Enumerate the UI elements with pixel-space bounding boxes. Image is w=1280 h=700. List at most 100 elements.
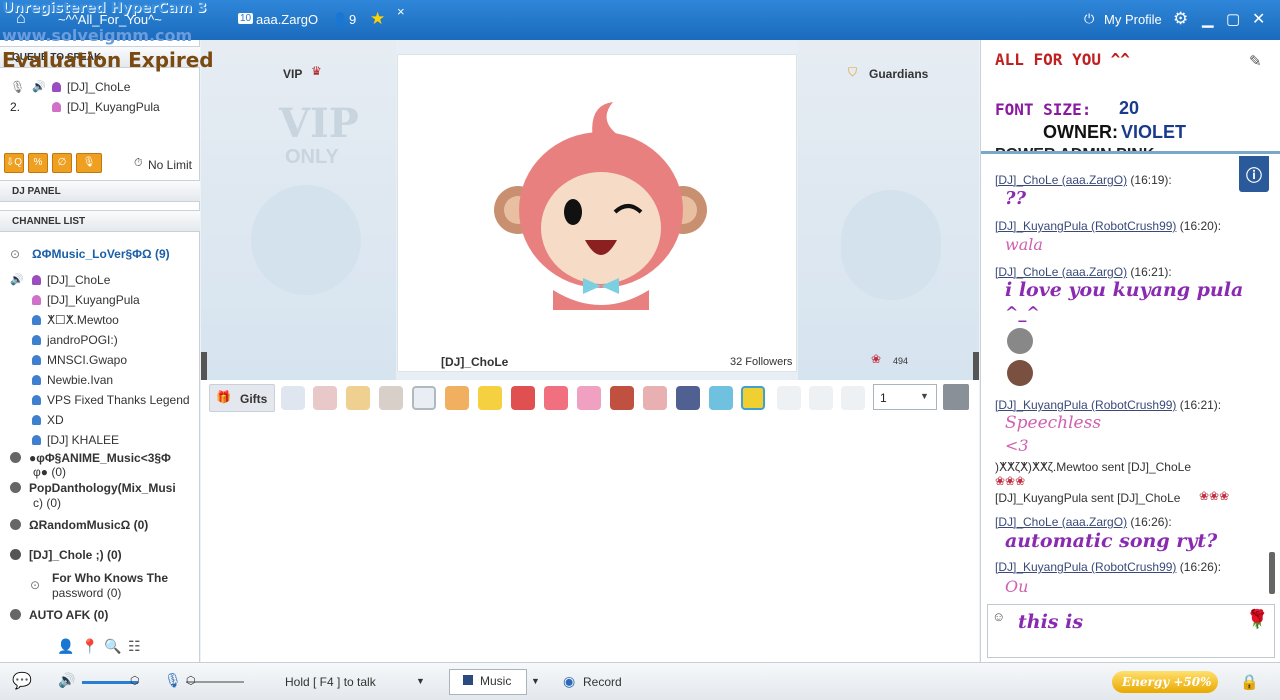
location-icon[interactable]: 📍: [81, 638, 98, 655]
chat-nick[interactable]: [DJ]_KuyangPula (RobotCrush99): [995, 560, 1176, 574]
skull-emoji-icon: [1007, 328, 1033, 354]
vip-only-text: ONLY: [285, 146, 339, 168]
gift-bar: 🎁 Gifts 1 ▼: [209, 382, 971, 414]
dj-queue-button[interactable]: ⇩Q: [4, 153, 24, 173]
channel-item[interactable]: AUTO AFK (0): [10, 608, 108, 622]
chat-bubble-icon[interactable]: 💬: [12, 671, 32, 691]
gift-diamond[interactable]: [281, 386, 305, 410]
dj-shuffle-button[interactable]: %: [28, 153, 48, 173]
rose-icon: ❀❀❀: [995, 474, 1026, 488]
gift-duck[interactable]: [478, 386, 502, 410]
send-gift-button[interactable]: [943, 384, 969, 410]
search-icon[interactable]: 🔍: [104, 638, 121, 655]
user-item[interactable]: VPS Fixed Thanks Legend: [32, 393, 190, 407]
dj-disable-button[interactable]: ∅: [52, 153, 72, 173]
gift-item[interactable]: [379, 386, 403, 410]
info-icon[interactable]: ⓘ: [1239, 156, 1269, 192]
list-icon[interactable]: ☷: [128, 638, 141, 655]
my-profile-link[interactable]: My Profile: [1104, 12, 1162, 27]
shield-icon: ⛉: [848, 65, 858, 79]
chat-message-header: [DJ]_KuyangPula (RobotCrush99) (16:21):: [995, 398, 1222, 412]
chat-input-box[interactable]: ☺ this is 🌹: [987, 604, 1275, 658]
collapse-right-handle[interactable]: [973, 352, 979, 380]
energy-badge[interactable]: Energy +50%: [1112, 671, 1218, 693]
chat-message-header: [DJ]_KuyangPula (RobotCrush99) (16:26):: [995, 560, 1222, 574]
user-item[interactable]: MNSCI.Gwapo: [32, 353, 127, 367]
profile-icon[interactable]: ⏻: [1084, 11, 1094, 27]
gift-crown[interactable]: [346, 386, 370, 410]
chevron-down-icon[interactable]: ▼: [531, 676, 540, 686]
queue-item[interactable]: [DJ]_ChoLe: [52, 80, 130, 94]
favorite-star-icon[interactable]: ★: [370, 9, 385, 29]
gift-lips[interactable]: [544, 386, 568, 410]
channel-item[interactable]: [DJ]_Chole ;) (0): [10, 548, 122, 562]
user-item[interactable]: [DJ]_KuyangPula: [32, 293, 140, 307]
close-window-icon[interactable]: ✕: [1252, 9, 1265, 29]
maximize-icon[interactable]: ▢: [1226, 10, 1240, 28]
chevron-down-icon[interactable]: ▼: [416, 676, 425, 686]
gift-item[interactable]: [709, 386, 733, 410]
gift-santa[interactable]: [511, 386, 535, 410]
gift-quantity-select[interactable]: 1 ▼: [873, 384, 937, 410]
guardian-mascot-silhouette: [841, 190, 941, 300]
channel-item[interactable]: ●φΦ§ANIME_Music<3§Φ: [10, 451, 171, 465]
queue-num: 2.: [10, 100, 21, 114]
gifts-button[interactable]: 🎁 Gifts: [209, 384, 275, 412]
dj-avatar-card[interactable]: [DJ]_ChoLe 32 Followers: [397, 54, 797, 372]
gift-item[interactable]: [610, 386, 634, 410]
gift-item[interactable]: [643, 386, 667, 410]
volume-slider-handle[interactable]: ⬡: [130, 674, 140, 687]
volume-icon[interactable]: 🔊: [58, 672, 75, 689]
gift-item[interactable]: [445, 386, 469, 410]
chat-input[interactable]: this is: [1018, 611, 1083, 633]
chat-nick[interactable]: [DJ]_ChoLe (aaa.ZargO): [995, 173, 1127, 187]
add-user-icon[interactable]: 👤: [57, 638, 74, 655]
rose-gift-icon[interactable]: 🌹: [1246, 609, 1268, 630]
lock-icon[interactable]: 🔒: [1240, 673, 1259, 691]
collapse-left-handle[interactable]: [201, 352, 207, 380]
room-info-font-value: 20: [1119, 98, 1140, 118]
chat-nick[interactable]: [DJ]_KuyangPula (RobotCrush99): [995, 398, 1176, 412]
channel-expand-icon[interactable]: ⊙: [10, 247, 20, 261]
user-item[interactable]: jandroPOGI:): [32, 333, 118, 347]
tab-close-icon[interactable]: ×: [397, 4, 405, 19]
user-item[interactable]: [DJ]_ChoLe: [32, 273, 110, 287]
gift-selected[interactable]: [741, 386, 765, 410]
dj-panel-header[interactable]: DJ PANEL: [0, 180, 200, 202]
chat-nick[interactable]: [DJ]_ChoLe (aaa.ZargO): [995, 265, 1127, 279]
edit-icon[interactable]: ✎: [1249, 52, 1262, 70]
chat-scrollbar[interactable]: [1269, 552, 1275, 594]
user-item[interactable]: Newbie.Ivan: [32, 373, 113, 387]
channel-icon: [10, 519, 21, 530]
dj-mic-button[interactable]: 🎙: [76, 153, 102, 173]
mic-icon[interactable]: 🎙: [164, 672, 182, 689]
queue-item[interactable]: [DJ]_KuyangPula: [52, 100, 160, 114]
user-item[interactable]: [DJ] KHALEE: [32, 433, 119, 447]
timer-icon: ⏱: [134, 157, 143, 169]
channel-item[interactable]: ΩRandomMusicΩ (0): [10, 518, 148, 532]
minimize-icon[interactable]: ▁: [1202, 10, 1214, 28]
user-item[interactable]: XD: [32, 413, 64, 427]
vip-mascot-silhouette: [251, 185, 361, 295]
mic-slider-handle[interactable]: ⬡: [186, 674, 196, 687]
user-item[interactable]: ⵅ☐ⵅ.Mewtoo: [32, 313, 119, 327]
chat-message-text: wala: [1005, 235, 1043, 254]
level-icon: 10: [238, 13, 254, 24]
record-icon[interactable]: ◉: [563, 673, 575, 690]
music-button[interactable]: Music: [449, 669, 527, 695]
gift-hearts[interactable]: [577, 386, 601, 410]
chat-nick[interactable]: [DJ]_ChoLe (aaa.ZargO): [995, 515, 1127, 529]
gift-item[interactable]: [313, 386, 337, 410]
chat-nick[interactable]: [DJ]_KuyangPula (RobotCrush99): [995, 219, 1176, 233]
emoji-picker-icon[interactable]: ☺: [992, 609, 1005, 624]
record-button[interactable]: Record: [583, 675, 622, 689]
channel-item[interactable]: PopDanthology(Mix_Musi: [10, 481, 176, 495]
chat-message-text: Ou: [1005, 577, 1029, 596]
gear-icon[interactable]: ⚙: [1173, 9, 1188, 29]
gift-ring[interactable]: [412, 386, 436, 410]
gift-item[interactable]: [676, 386, 700, 410]
push-to-talk-label[interactable]: Hold [ F4 ] to talk: [285, 675, 376, 689]
current-channel[interactable]: ΩΦMusic_LoVer§ΦΩ (9): [32, 247, 170, 261]
center-stage-area: VIP ♛ VIP ONLY ⛉ Guardians [DJ]_ChoLe 32…: [201, 40, 979, 662]
locked-channel[interactable]: For Who Knows The: [52, 571, 168, 585]
